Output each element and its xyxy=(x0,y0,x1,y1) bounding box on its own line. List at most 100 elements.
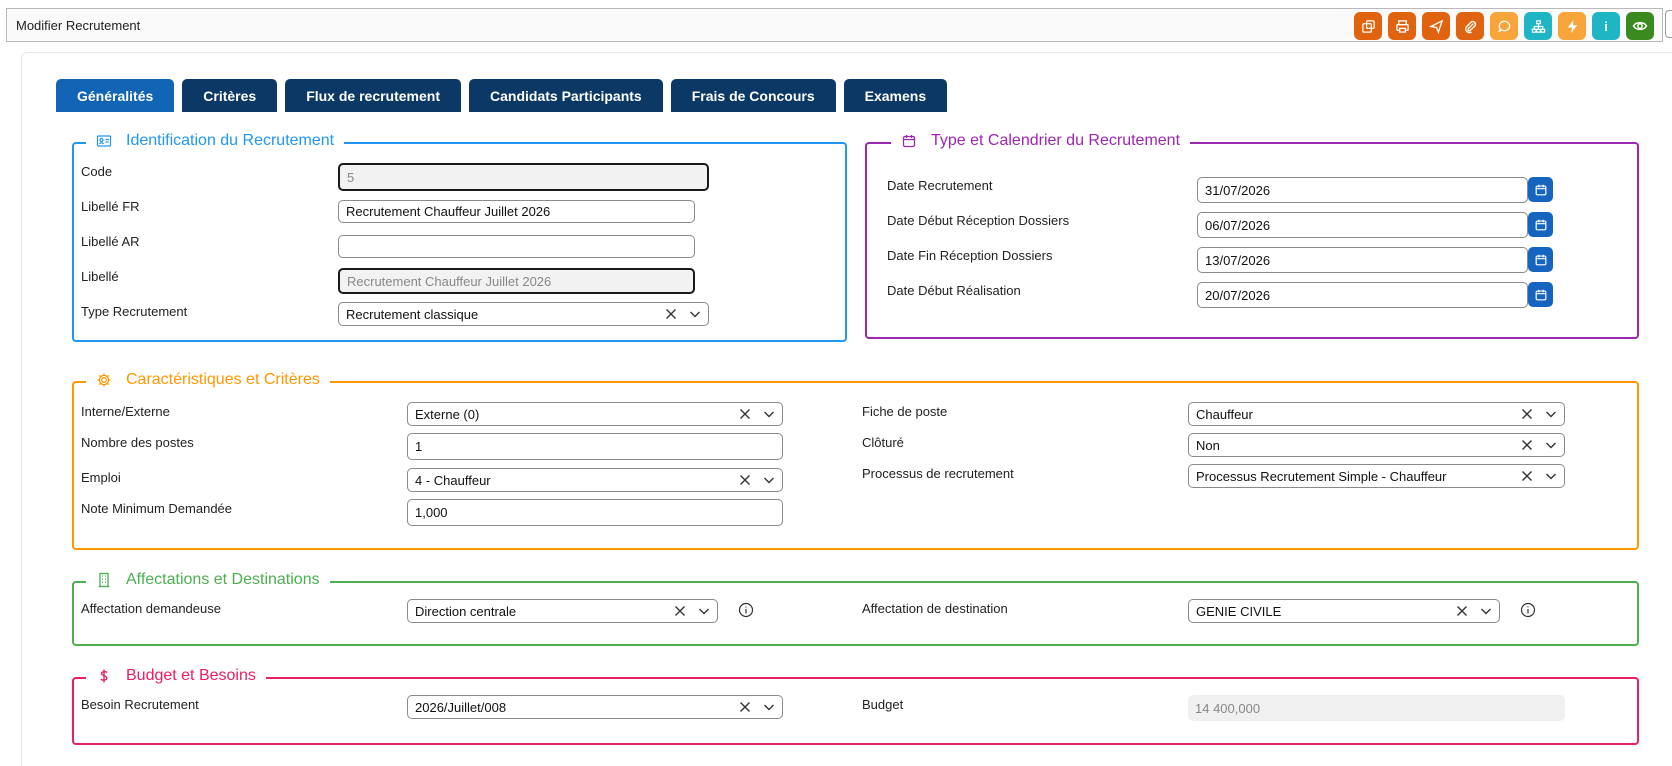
clear-icon[interactable] xyxy=(1520,438,1534,452)
budget-label: Budget xyxy=(862,697,904,712)
calendar-icon xyxy=(1535,184,1546,195)
tab-generalites[interactable]: Généralités xyxy=(56,79,175,112)
processus-label: Processus de recrutement xyxy=(862,466,1014,481)
print-icon[interactable] xyxy=(1388,12,1416,40)
processus-select[interactable]: Processus Recrutement Simple - Chauffeur xyxy=(1188,464,1565,488)
clear-icon[interactable] xyxy=(1520,469,1534,483)
id-card-icon xyxy=(96,135,112,147)
note-minimum-label: Note Minimum Demandée xyxy=(81,501,233,516)
date-debut-realisation-label: Date Début Réalisation xyxy=(887,283,1021,298)
tab-frais-concours[interactable]: Frais de Concours xyxy=(670,79,836,112)
side-handle[interactable] xyxy=(1665,10,1672,38)
calendar-icon xyxy=(1535,219,1546,230)
calendar-icon xyxy=(1535,289,1546,300)
date-debut-reception-input[interactable]: 06/07/2026 xyxy=(1197,212,1528,238)
date-recrutement-input[interactable]: 31/07/2026 xyxy=(1197,177,1528,203)
budget-legend: Budget et Besoins xyxy=(86,667,266,685)
info-icon[interactable]: i xyxy=(1592,12,1620,40)
date-recrutement-picker[interactable] xyxy=(1528,177,1553,202)
cloture-label: Clôturé xyxy=(862,435,904,450)
type-recrutement-select[interactable]: Recrutement classique xyxy=(338,302,709,326)
tab-criteres[interactable]: Critères xyxy=(182,79,278,112)
date-debut-realisation-input[interactable]: 20/07/2026 xyxy=(1197,282,1528,308)
libelle-ar-input[interactable] xyxy=(338,235,695,258)
date-debut-reception-picker[interactable] xyxy=(1528,212,1553,237)
calendar-section: Type et Calendrier du Recrutement xyxy=(865,132,1639,339)
building-icon xyxy=(98,572,110,588)
date-recrutement-label: Date Recrutement xyxy=(887,178,993,193)
date-debut-reception-label: Date Début Réception Dossiers xyxy=(887,213,1070,228)
affectation-destination-label: Affectation de destination xyxy=(862,601,1008,616)
clear-icon[interactable] xyxy=(1455,604,1469,618)
cloture-select[interactable]: Non xyxy=(1188,433,1565,457)
window-titlebar: Modifier Recrutement i xyxy=(6,8,1663,42)
bolt-icon[interactable] xyxy=(1558,12,1586,40)
chevron-down-icon[interactable] xyxy=(697,604,711,618)
dollar-icon xyxy=(100,669,108,683)
clear-icon[interactable] xyxy=(1520,407,1534,421)
code-field[interactable]: 5 xyxy=(338,163,709,191)
nombre-postes-input[interactable]: 1 xyxy=(407,433,783,460)
chevron-down-icon[interactable] xyxy=(762,473,776,487)
hierarchy-icon[interactable] xyxy=(1524,12,1552,40)
date-fin-reception-picker[interactable] xyxy=(1528,247,1553,272)
comment-icon[interactable] xyxy=(1490,12,1518,40)
libelle-label: Libellé xyxy=(81,269,119,284)
nombre-postes-label: Nombre des postes xyxy=(81,435,194,450)
note-minimum-input[interactable]: 1,000 xyxy=(407,499,783,526)
libelle-field[interactable]: Recrutement Chauffeur Juillet 2026 xyxy=(338,268,695,294)
toolbar: i xyxy=(1354,12,1654,40)
chevron-down-icon[interactable] xyxy=(1544,469,1558,483)
criteria-legend: Caractéristiques et Critères xyxy=(86,371,330,389)
affectation-demandeuse-select[interactable]: Direction centrale xyxy=(407,599,718,623)
affectations-legend: Affectations et Destinations xyxy=(86,571,330,589)
affectation-demandeuse-label: Affectation demandeuse xyxy=(81,601,221,616)
fiche-poste-select[interactable]: Chauffeur xyxy=(1188,402,1565,426)
type-recrutement-label: Type Recrutement xyxy=(81,304,188,319)
affectation-destination-select[interactable]: GENIE CIVILE xyxy=(1188,599,1500,623)
besoin-recrutement-select[interactable]: 2026/Juillet/008 xyxy=(407,695,783,719)
chevron-down-icon[interactable] xyxy=(1544,407,1558,421)
budget-title: Budget et Besoins xyxy=(126,667,256,684)
eye-icon[interactable] xyxy=(1626,12,1654,40)
date-fin-reception-label: Date Fin Réception Dossiers xyxy=(887,248,1053,263)
code-label: Code xyxy=(81,164,113,179)
orders-icon[interactable] xyxy=(1354,12,1382,40)
tab-candidats-participants[interactable]: Candidats Participants xyxy=(469,79,663,112)
budget-field[interactable]: 14 400,000 xyxy=(1188,695,1565,721)
identification-legend: Identification du Recrutement xyxy=(86,132,345,150)
clear-icon[interactable] xyxy=(738,700,752,714)
tab-flux-recrutement[interactable]: Flux de recrutement xyxy=(285,79,462,112)
interne-externe-label: Interne/Externe xyxy=(81,404,170,419)
chevron-down-icon[interactable] xyxy=(762,407,776,421)
tab-bar: Généralités Critères Flux de recrutement… xyxy=(56,79,948,112)
interne-externe-select[interactable]: Externe (0) xyxy=(407,402,783,426)
info-icon[interactable] xyxy=(738,602,754,618)
clear-icon[interactable] xyxy=(738,473,752,487)
send-icon[interactable] xyxy=(1422,12,1450,40)
emploi-label: Emploi xyxy=(81,470,121,485)
attach-icon[interactable] xyxy=(1456,12,1484,40)
tab-examens[interactable]: Examens xyxy=(843,79,948,112)
emploi-select[interactable]: 4 - Chauffeur xyxy=(407,468,783,492)
libelle-fr-label: Libellé FR xyxy=(81,199,140,214)
clear-icon[interactable] xyxy=(673,604,687,618)
fiche-poste-label: Fiche de poste xyxy=(862,404,948,419)
calendar-legend: Type et Calendrier du Recrutement xyxy=(891,132,1191,150)
clear-icon[interactable] xyxy=(664,307,678,321)
info-icon[interactable] xyxy=(1520,602,1536,618)
chevron-down-icon[interactable] xyxy=(762,700,776,714)
chevron-down-icon[interactable] xyxy=(1479,604,1493,618)
clear-icon[interactable] xyxy=(738,407,752,421)
calendar-icon xyxy=(1535,254,1546,265)
affectations-title: Affectations et Destinations xyxy=(126,571,320,588)
calendar-icon xyxy=(902,135,916,148)
besoin-recrutement-label: Besoin Recrutement xyxy=(81,697,199,712)
libelle-fr-input[interactable]: Recrutement Chauffeur Juillet 2026 xyxy=(338,200,695,223)
chevron-down-icon[interactable] xyxy=(1544,438,1558,452)
identification-title: Identification du Recrutement xyxy=(126,132,335,149)
libelle-ar-label: Libellé AR xyxy=(81,234,140,249)
date-fin-reception-input[interactable]: 13/07/2026 xyxy=(1197,247,1528,273)
chevron-down-icon[interactable] xyxy=(688,307,702,321)
date-debut-realisation-picker[interactable] xyxy=(1528,282,1553,307)
